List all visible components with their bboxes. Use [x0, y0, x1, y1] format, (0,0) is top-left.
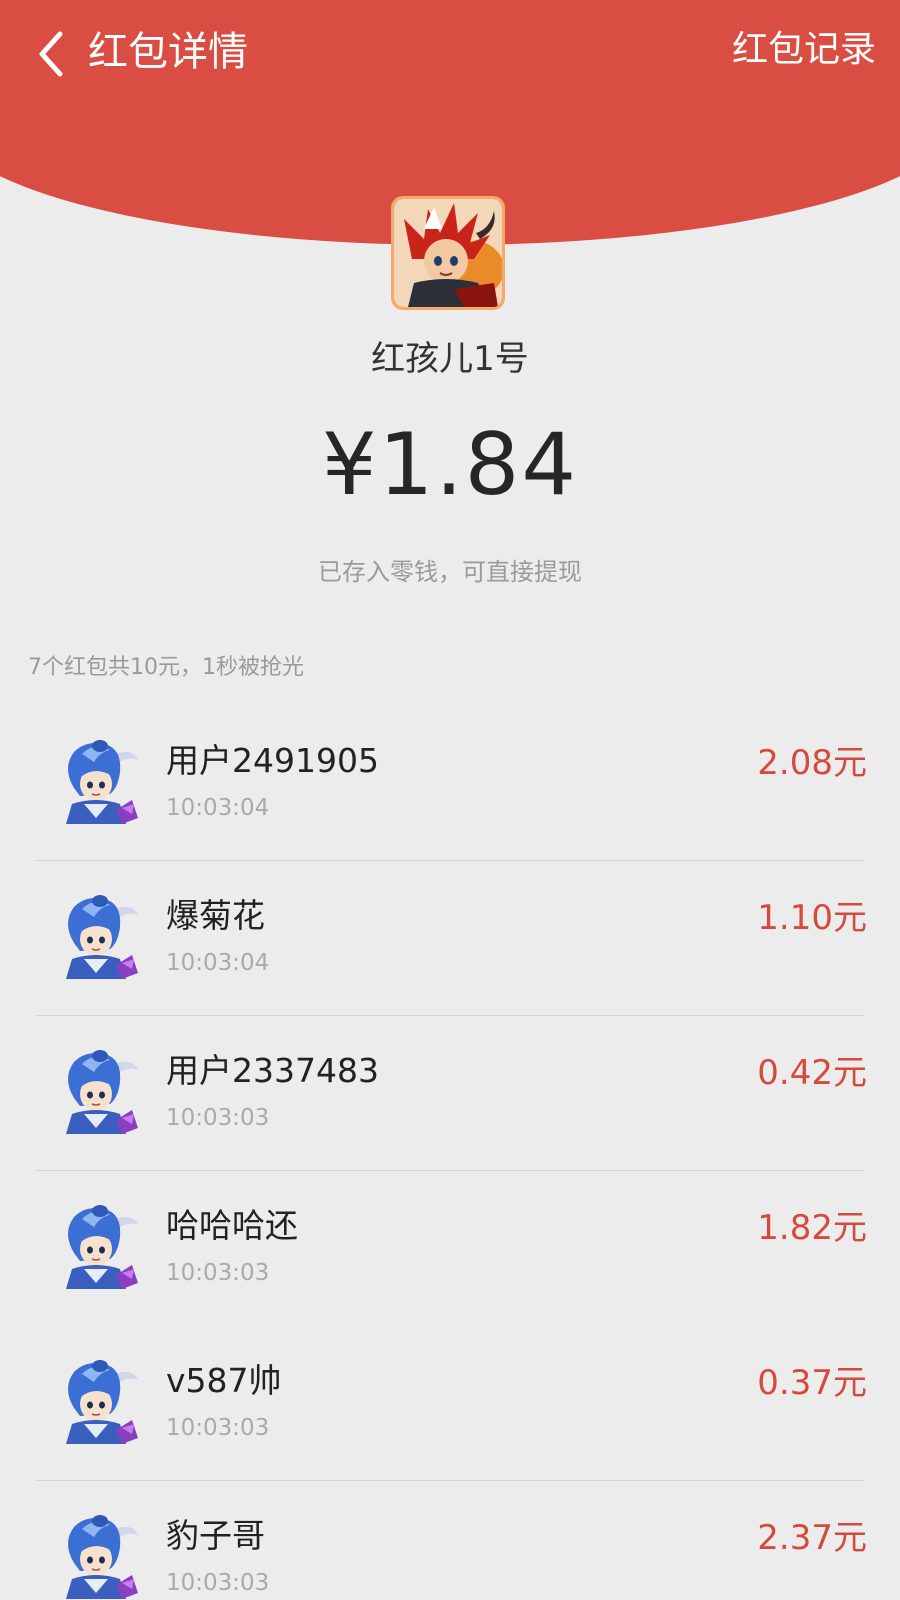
character-avatar-image [66, 1515, 138, 1599]
character-avatar-image [66, 1360, 138, 1444]
character-avatar-image [66, 1205, 138, 1289]
list-item[interactable]: 用户2491905 10:03:04 2.08元 [0, 706, 900, 861]
avatar [60, 1048, 140, 1134]
receiver-name: v587帅 [166, 1361, 282, 1400]
receiver-name: 用户2337483 [166, 1051, 379, 1090]
avatar [60, 1358, 140, 1444]
receiver-name: 哈哈哈还 [166, 1206, 298, 1245]
list-item[interactable]: v587帅 10:03:03 0.37元 [0, 1326, 900, 1481]
list-item[interactable]: 爆菊花 10:03:04 1.10元 [0, 861, 900, 1016]
receive-time: 10:03:03 [166, 1105, 270, 1131]
avatar [60, 1203, 140, 1289]
list-item[interactable]: 用户2337483 10:03:03 0.42元 [0, 1016, 900, 1171]
avatar [60, 893, 140, 979]
chevron-left-icon [39, 31, 63, 77]
receiver-name: 爆菊花 [166, 896, 265, 935]
back-button[interactable] [30, 26, 80, 82]
page-title: 红包详情 [88, 29, 248, 75]
sender-avatar[interactable] [391, 196, 505, 310]
receive-time: 10:03:04 [166, 795, 270, 821]
list-item[interactable]: 哈哈哈还 10:03:03 1.82元 [0, 1171, 900, 1326]
amount-note: 已存入零钱，可直接提现 [318, 558, 582, 586]
receive-amount: 0.42元 [757, 1053, 867, 1093]
red-packet-summary: 7个红包共10元，1秒被抢光 [28, 655, 304, 680]
receive-amount: 0.37元 [757, 1363, 867, 1403]
receiver-list: 用户2491905 10:03:04 2.08元 爆菊花 10:03:04 1.… [0, 706, 900, 1600]
receiver-name: 豹子哥 [166, 1516, 265, 1555]
avatar [60, 738, 140, 824]
character-avatar-image [66, 740, 138, 824]
receive-amount: 1.10元 [757, 898, 867, 938]
receive-amount: 2.08元 [757, 743, 867, 783]
character-avatar-image [66, 1050, 138, 1134]
receive-time: 10:03:03 [166, 1415, 270, 1441]
red-packet-detail-page: 红包详情 红包记录 红孩儿1号 ¥1.84 已存入零钱，可直接提现 7个红包共1… [0, 0, 900, 1600]
receive-amount: 1.82元 [757, 1208, 867, 1248]
sender-avatar-image [394, 199, 502, 307]
character-avatar-image [66, 895, 138, 979]
sender-name: 红孩儿1号 [371, 339, 529, 379]
received-amount: ¥1.84 [321, 415, 579, 515]
receiver-name: 用户2491905 [166, 741, 379, 780]
receive-amount: 2.37元 [757, 1518, 867, 1558]
receive-time: 10:03:03 [166, 1570, 270, 1596]
receive-time: 10:03:04 [166, 950, 270, 976]
list-item[interactable]: 豹子哥 10:03:03 2.37元 [0, 1481, 900, 1600]
avatar [60, 1513, 140, 1599]
receive-time: 10:03:03 [166, 1260, 270, 1286]
top-bar: 红包详情 红包记录 [0, 0, 900, 110]
red-packet-records-link[interactable]: 红包记录 [732, 22, 876, 78]
